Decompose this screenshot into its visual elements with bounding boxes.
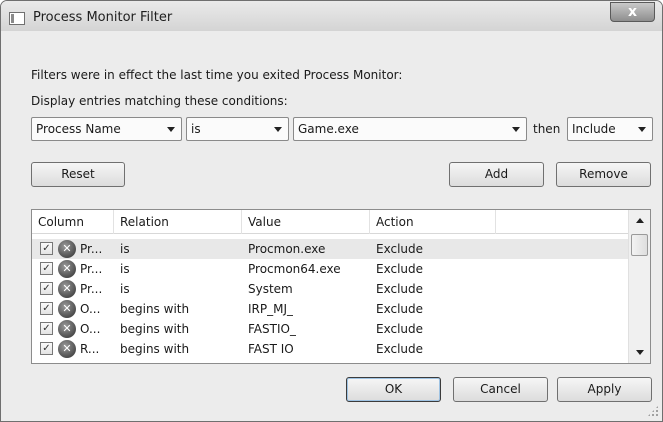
filter-dialog: Process Monitor Filter x Filters were in… [0, 0, 663, 422]
cell-relation: is [120, 282, 130, 296]
column-header-value[interactable]: Value [242, 210, 370, 234]
cell-relation: is [120, 262, 130, 276]
cell-action: Exclude [376, 242, 424, 256]
vertical-scrollbar[interactable] [628, 210, 650, 363]
cell-action: Exclude [376, 342, 424, 356]
column-header-action[interactable]: Action [370, 210, 496, 234]
exclude-x-icon: ✕ [58, 260, 76, 278]
cell-value: FASTIO_ [248, 322, 296, 336]
cell-action: Exclude [376, 322, 424, 336]
exclude-x-icon: ✕ [58, 340, 76, 358]
cell-value: System [248, 282, 293, 296]
title-bar[interactable]: Process Monitor Filter x [1, 1, 662, 31]
scroll-thumb[interactable] [631, 234, 648, 256]
column-header-column[interactable]: Column [32, 210, 114, 234]
table-row[interactable]: ✓ ✕ Pr... is Procmon64.exe Exclude [32, 259, 628, 279]
ok-button[interactable]: OK [346, 377, 441, 402]
cell-column: Pr... [80, 282, 103, 296]
checkbox-checked-icon[interactable]: ✓ [40, 342, 53, 355]
exclude-x-icon: ✕ [58, 320, 76, 338]
cell-column: Pr... [80, 262, 103, 276]
cell-value: IRP_MJ_ [248, 302, 294, 316]
filter-list[interactable]: Column Relation Value Action ✓ ✕ Pr... i… [31, 209, 651, 364]
filter-list-body: ✓ ✕ Pr... is Procmon.exe Exclude ✓ ✕ Pr.… [32, 235, 628, 363]
table-row[interactable]: ✓ ✕ O... begins with FASTIO_ Exclude [32, 319, 628, 339]
resize-grip-icon[interactable] [647, 405, 659, 417]
table-row[interactable]: ✓ ✕ Pr... is Procmon.exe Exclude [32, 239, 628, 259]
table-row[interactable]: ✓ ✕ R... begins with FAST IO Exclude [32, 339, 628, 359]
checkbox-checked-icon[interactable]: ✓ [40, 282, 53, 295]
close-button[interactable]: x [610, 2, 655, 22]
app-icon [9, 12, 25, 25]
chevron-down-icon [638, 127, 646, 132]
window-title: Process Monitor Filter [33, 10, 173, 25]
cell-action: Exclude [376, 262, 424, 276]
cell-action: Exclude [376, 302, 424, 316]
exclude-x-icon: ✕ [58, 300, 76, 318]
cancel-button[interactable]: Cancel [453, 377, 548, 402]
scroll-down-icon[interactable] [629, 344, 650, 361]
cell-column: O... [80, 322, 101, 336]
filter-list-header: Column Relation Value Action [32, 210, 628, 234]
cell-relation: is [120, 242, 130, 256]
column-header-relation[interactable]: Relation [114, 210, 242, 234]
action-combo[interactable]: Include [567, 117, 653, 141]
cell-value: FAST IO [248, 342, 294, 356]
scroll-up-icon[interactable] [629, 212, 650, 229]
cell-value: Procmon64.exe [248, 262, 341, 276]
exclude-x-icon: ✕ [58, 280, 76, 298]
column-combo[interactable]: Process Name [31, 117, 182, 141]
checkbox-checked-icon[interactable]: ✓ [40, 322, 53, 335]
chevron-down-icon [512, 127, 520, 132]
cell-column: O... [80, 302, 101, 316]
cell-column: Pr... [80, 242, 103, 256]
cell-relation: begins with [120, 322, 190, 336]
table-row[interactable]: ✓ ✕ O... begins with IRP_MJ_ Exclude [32, 299, 628, 319]
column-combo-value: Process Name [36, 122, 121, 136]
then-label: then [533, 122, 561, 136]
checkbox-checked-icon[interactable]: ✓ [40, 262, 53, 275]
cell-column: R... [80, 342, 100, 356]
cell-relation: begins with [120, 342, 190, 356]
cell-value: Procmon.exe [248, 242, 326, 256]
chevron-down-icon [274, 127, 282, 132]
filters-in-effect-message: Filters were in effect the last time you… [31, 68, 403, 82]
value-combo[interactable]: Game.exe [293, 117, 527, 141]
checkbox-checked-icon[interactable]: ✓ [40, 302, 53, 315]
chevron-down-icon [167, 127, 175, 132]
relation-combo-value: is [191, 122, 201, 136]
relation-combo[interactable]: is [186, 117, 289, 141]
add-button[interactable]: Add [449, 162, 544, 187]
action-combo-value: Include [572, 122, 616, 136]
cell-relation: begins with [120, 302, 190, 316]
display-entries-label: Display entries matching these condition… [31, 94, 288, 108]
value-combo-value: Game.exe [298, 122, 359, 136]
checkbox-checked-icon[interactable]: ✓ [40, 242, 53, 255]
cell-action: Exclude [376, 282, 424, 296]
apply-button[interactable]: Apply [557, 377, 652, 402]
remove-button[interactable]: Remove [556, 162, 651, 187]
reset-button[interactable]: Reset [31, 162, 125, 187]
table-row[interactable]: ✓ ✕ Pr... is System Exclude [32, 279, 628, 299]
exclude-x-icon: ✕ [58, 240, 76, 258]
